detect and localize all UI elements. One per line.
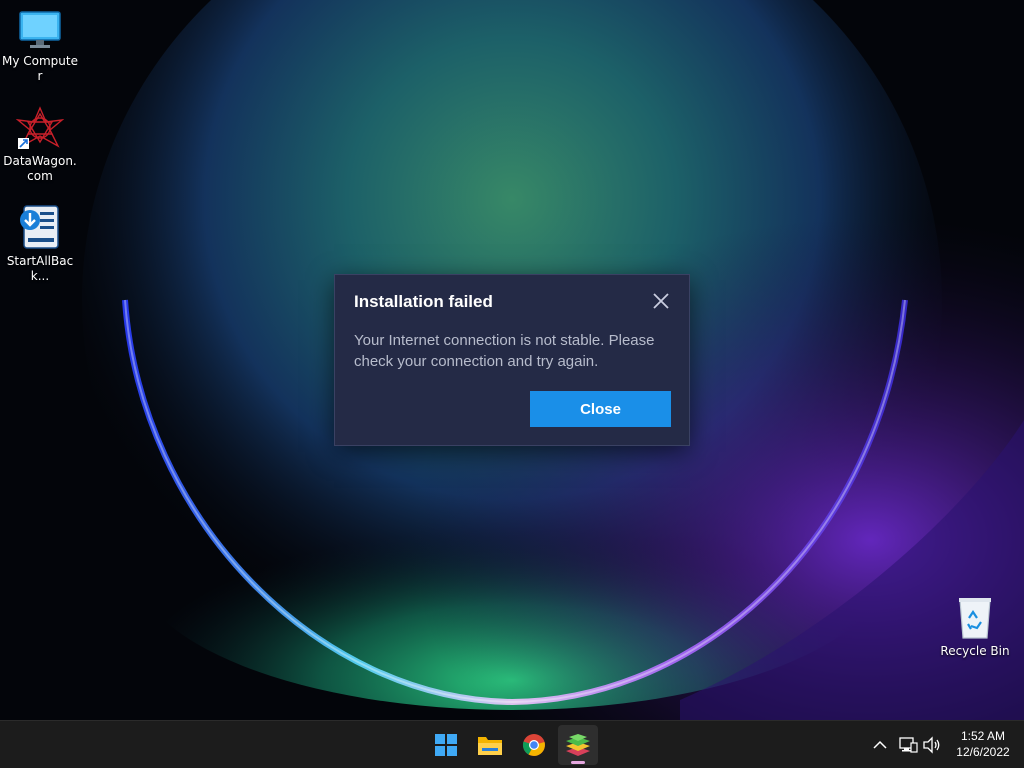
- clock-time: 1:52 AM: [960, 729, 1006, 743]
- active-app-indicator: [571, 761, 585, 764]
- chrome-icon: [522, 734, 545, 756]
- recycle-bin-icon: [959, 598, 991, 639]
- clock[interactable]: 1:52 AM 12/6/2022: [948, 728, 1018, 760]
- recycle-bin-shortcut[interactable]: Recycle Bin: [935, 596, 1015, 659]
- installation-failed-dialog: Installation failed Your Internet connec…: [334, 274, 690, 446]
- close-icon[interactable]: [651, 291, 671, 311]
- bluestacks-icon: [566, 734, 590, 756]
- file-explorer-button[interactable]: [470, 725, 510, 765]
- bluestacks-button[interactable]: [558, 725, 598, 765]
- desktop-icon-label: StartAllBack...: [6, 254, 74, 283]
- desktop-icon-label: DataWagon.com: [3, 154, 77, 183]
- volume-icon[interactable]: [922, 735, 942, 755]
- desktop: My Computer DataWagon.com StartAllBack..…: [0, 0, 1024, 720]
- dialog-message: Your Internet connection is not stable. …: [354, 332, 655, 370]
- start-button[interactable]: [426, 725, 466, 765]
- dialog-title: Installation failed: [354, 292, 493, 311]
- my-computer-icon: [19, 11, 61, 48]
- desktop-icon-label: My Computer: [2, 54, 78, 83]
- datawagon-icon: [16, 106, 64, 149]
- network-icon[interactable]: [898, 735, 918, 755]
- start-icon: [435, 734, 457, 756]
- clock-date: 12/6/2022: [956, 745, 1010, 759]
- close-button[interactable]: Close: [530, 391, 671, 427]
- desktop-icon-label: Recycle Bin: [940, 644, 1010, 658]
- my-computer-shortcut[interactable]: My Computer: [0, 10, 80, 84]
- taskbar: 1:52 AM 12/6/2022: [0, 720, 1024, 768]
- file-explorer-icon: [478, 737, 502, 755]
- chrome-button[interactable]: [514, 725, 554, 765]
- chevron-up-icon[interactable]: [870, 735, 890, 755]
- startallback-shortcut[interactable]: StartAllBack...: [0, 204, 80, 284]
- datawagon-shortcut[interactable]: DataWagon.com: [0, 106, 80, 184]
- startallback-icon: [20, 205, 59, 249]
